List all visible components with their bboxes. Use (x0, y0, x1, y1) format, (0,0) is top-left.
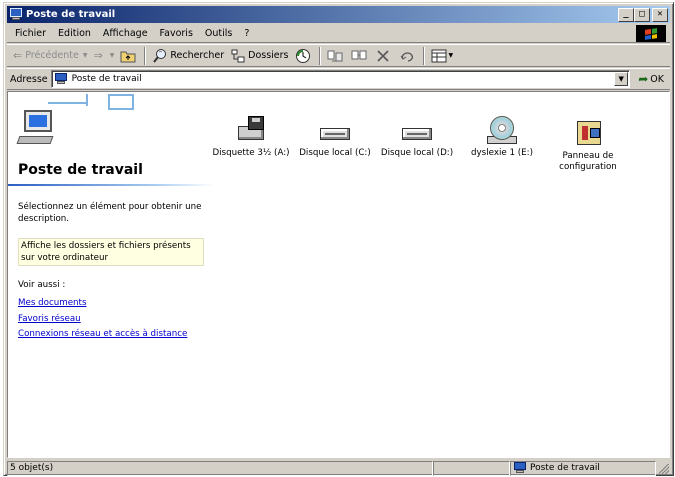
toolbar-separator (318, 46, 321, 65)
folders-icon (230, 48, 246, 64)
move-to-icon (327, 48, 343, 64)
menu-edition[interactable]: Edition (52, 28, 97, 39)
forward-arrow-icon: ⇒ (93, 49, 103, 62)
my-computer-icon (513, 462, 527, 474)
menu-affichage[interactable]: Affichage (97, 28, 154, 39)
control-panel-icon (571, 119, 605, 149)
copy-to-button[interactable] (348, 46, 372, 66)
status-bar: 5 objet(s) Poste de travail (7, 460, 670, 476)
item-label: Disque local (C:) (299, 148, 371, 158)
window-title: Poste de travail (26, 9, 116, 20)
webview-pane: Poste de travail Sélectionnez un élément… (8, 92, 214, 457)
address-dropdown-icon[interactable]: ▼ (614, 72, 629, 86)
menu-fichier[interactable]: Fichier (9, 28, 52, 39)
go-arrow-icon: ➦ (638, 72, 649, 86)
item-disk-c[interactable]: Disque local (C:) (292, 116, 378, 159)
status-location-text: Poste de travail (530, 463, 600, 473)
network-line (108, 94, 110, 108)
undo-icon (399, 48, 415, 64)
my-computer-icon (54, 73, 68, 85)
close-button[interactable]: ✕ (652, 7, 668, 22)
network-line (108, 108, 134, 110)
search-label: Rechercher (170, 50, 225, 61)
delete-icon (375, 48, 391, 64)
status-count-text: 5 objet(s) (10, 463, 54, 473)
search-button[interactable]: Rechercher (149, 46, 227, 66)
see-also-label: Voir aussi : (18, 280, 66, 290)
views-button[interactable]: ▼ (428, 46, 457, 66)
address-input[interactable]: Poste de travail ▼ (50, 70, 631, 88)
floppy-drive-icon (234, 116, 268, 146)
menu-help[interactable]: ? (238, 28, 255, 39)
history-button[interactable] (292, 46, 316, 66)
items-view: Disquette 3½ (A:) Disque local (C:) Disq… (212, 92, 669, 457)
item-label: Disquette 3½ (A:) (212, 148, 290, 158)
network-line (86, 94, 88, 106)
content-area: Poste de travail Sélectionnez un élément… (7, 91, 670, 458)
description-text: Sélectionnez un élément pour obtenir une… (18, 202, 202, 224)
address-value: Poste de travail (71, 74, 142, 84)
item-control-panel[interactable]: Panneau de configuration (545, 119, 631, 173)
item-floppy-a[interactable]: Disquette 3½ (A:) (208, 116, 294, 159)
windows-logo-icon (636, 25, 666, 42)
network-line (108, 94, 134, 96)
forward-dropdown-icon[interactable]: ▼ (110, 52, 115, 59)
back-arrow-icon: ⇐ (13, 49, 23, 62)
address-bar: Adresse Poste de travail ▼ ➦ OK (7, 68, 670, 90)
standard-toolbar: ⇐ Précédente ▼ ⇒ ▼ Rechercher Dossiers ▼ (7, 44, 670, 67)
delete-button[interactable] (372, 46, 396, 66)
up-folder-button[interactable] (117, 46, 141, 66)
toolbar-separator (422, 46, 425, 65)
title-divider (8, 184, 214, 186)
menu-bar: Fichier Edition Affichage Favoris Outils… (7, 24, 670, 43)
explorer-window: Poste de travail _ □ ✕ Fichier Edition A… (3, 2, 674, 476)
toolbar-separator (144, 46, 147, 65)
copy-to-icon (351, 48, 367, 64)
views-dropdown-icon[interactable]: ▼ (449, 52, 454, 59)
menu-favoris[interactable]: Favoris (154, 28, 199, 39)
status-count: 5 objet(s) (7, 460, 433, 476)
search-icon (152, 48, 168, 64)
link-mes-documents[interactable]: Mes documents (18, 296, 187, 312)
status-empty (433, 460, 510, 476)
undo-button[interactable] (396, 46, 420, 66)
folders-button[interactable]: Dossiers (227, 46, 291, 66)
my-computer-icon (9, 8, 23, 21)
info-tip: Affiche les dossiers et fichiers présent… (18, 238, 204, 266)
item-label: dyslexie 1 (E:) (471, 148, 533, 158)
hard-disk-icon (400, 116, 434, 146)
history-icon (295, 48, 311, 64)
cd-drive-icon (485, 116, 519, 146)
minimize-button[interactable]: _ (618, 7, 634, 22)
hard-disk-icon (318, 116, 352, 146)
menu-outils[interactable]: Outils (199, 28, 238, 39)
see-also-links: Mes documents Favoris réseau Connexions … (18, 296, 187, 343)
item-label: Panneau de configuration (559, 151, 617, 172)
back-button[interactable]: ⇐ Précédente ▼ (10, 46, 90, 66)
network-line (48, 102, 88, 104)
network-line (132, 94, 134, 110)
go-label: OK (650, 73, 664, 85)
folders-label: Dossiers (248, 50, 289, 61)
page-title: Poste de travail (18, 162, 143, 178)
back-label: Précédente (25, 50, 79, 61)
status-zone: Poste de travail (510, 460, 656, 476)
banner: Poste de travail (8, 92, 214, 188)
link-favoris-reseau[interactable]: Favoris réseau (18, 312, 187, 328)
forward-button[interactable]: ⇒ ▼ (90, 46, 117, 66)
item-disk-d[interactable]: Disque local (D:) (374, 116, 460, 159)
maximize-button[interactable]: □ (634, 7, 650, 22)
resize-grip[interactable] (656, 461, 670, 475)
link-connexions-reseau[interactable]: Connexions réseau et accès à distance (18, 327, 187, 343)
up-folder-icon (120, 48, 136, 64)
computer-icon (16, 110, 62, 150)
address-label: Adresse (10, 73, 48, 85)
item-label: Disque local (D:) (380, 148, 454, 158)
item-cd-e[interactable]: dyslexie 1 (E:) (459, 116, 545, 159)
title-bar[interactable]: Poste de travail _ □ ✕ (7, 6, 670, 23)
move-to-button[interactable] (324, 46, 348, 66)
go-button[interactable]: ➦ OK (638, 72, 664, 86)
back-dropdown-icon[interactable]: ▼ (83, 52, 88, 59)
views-icon (431, 48, 447, 64)
